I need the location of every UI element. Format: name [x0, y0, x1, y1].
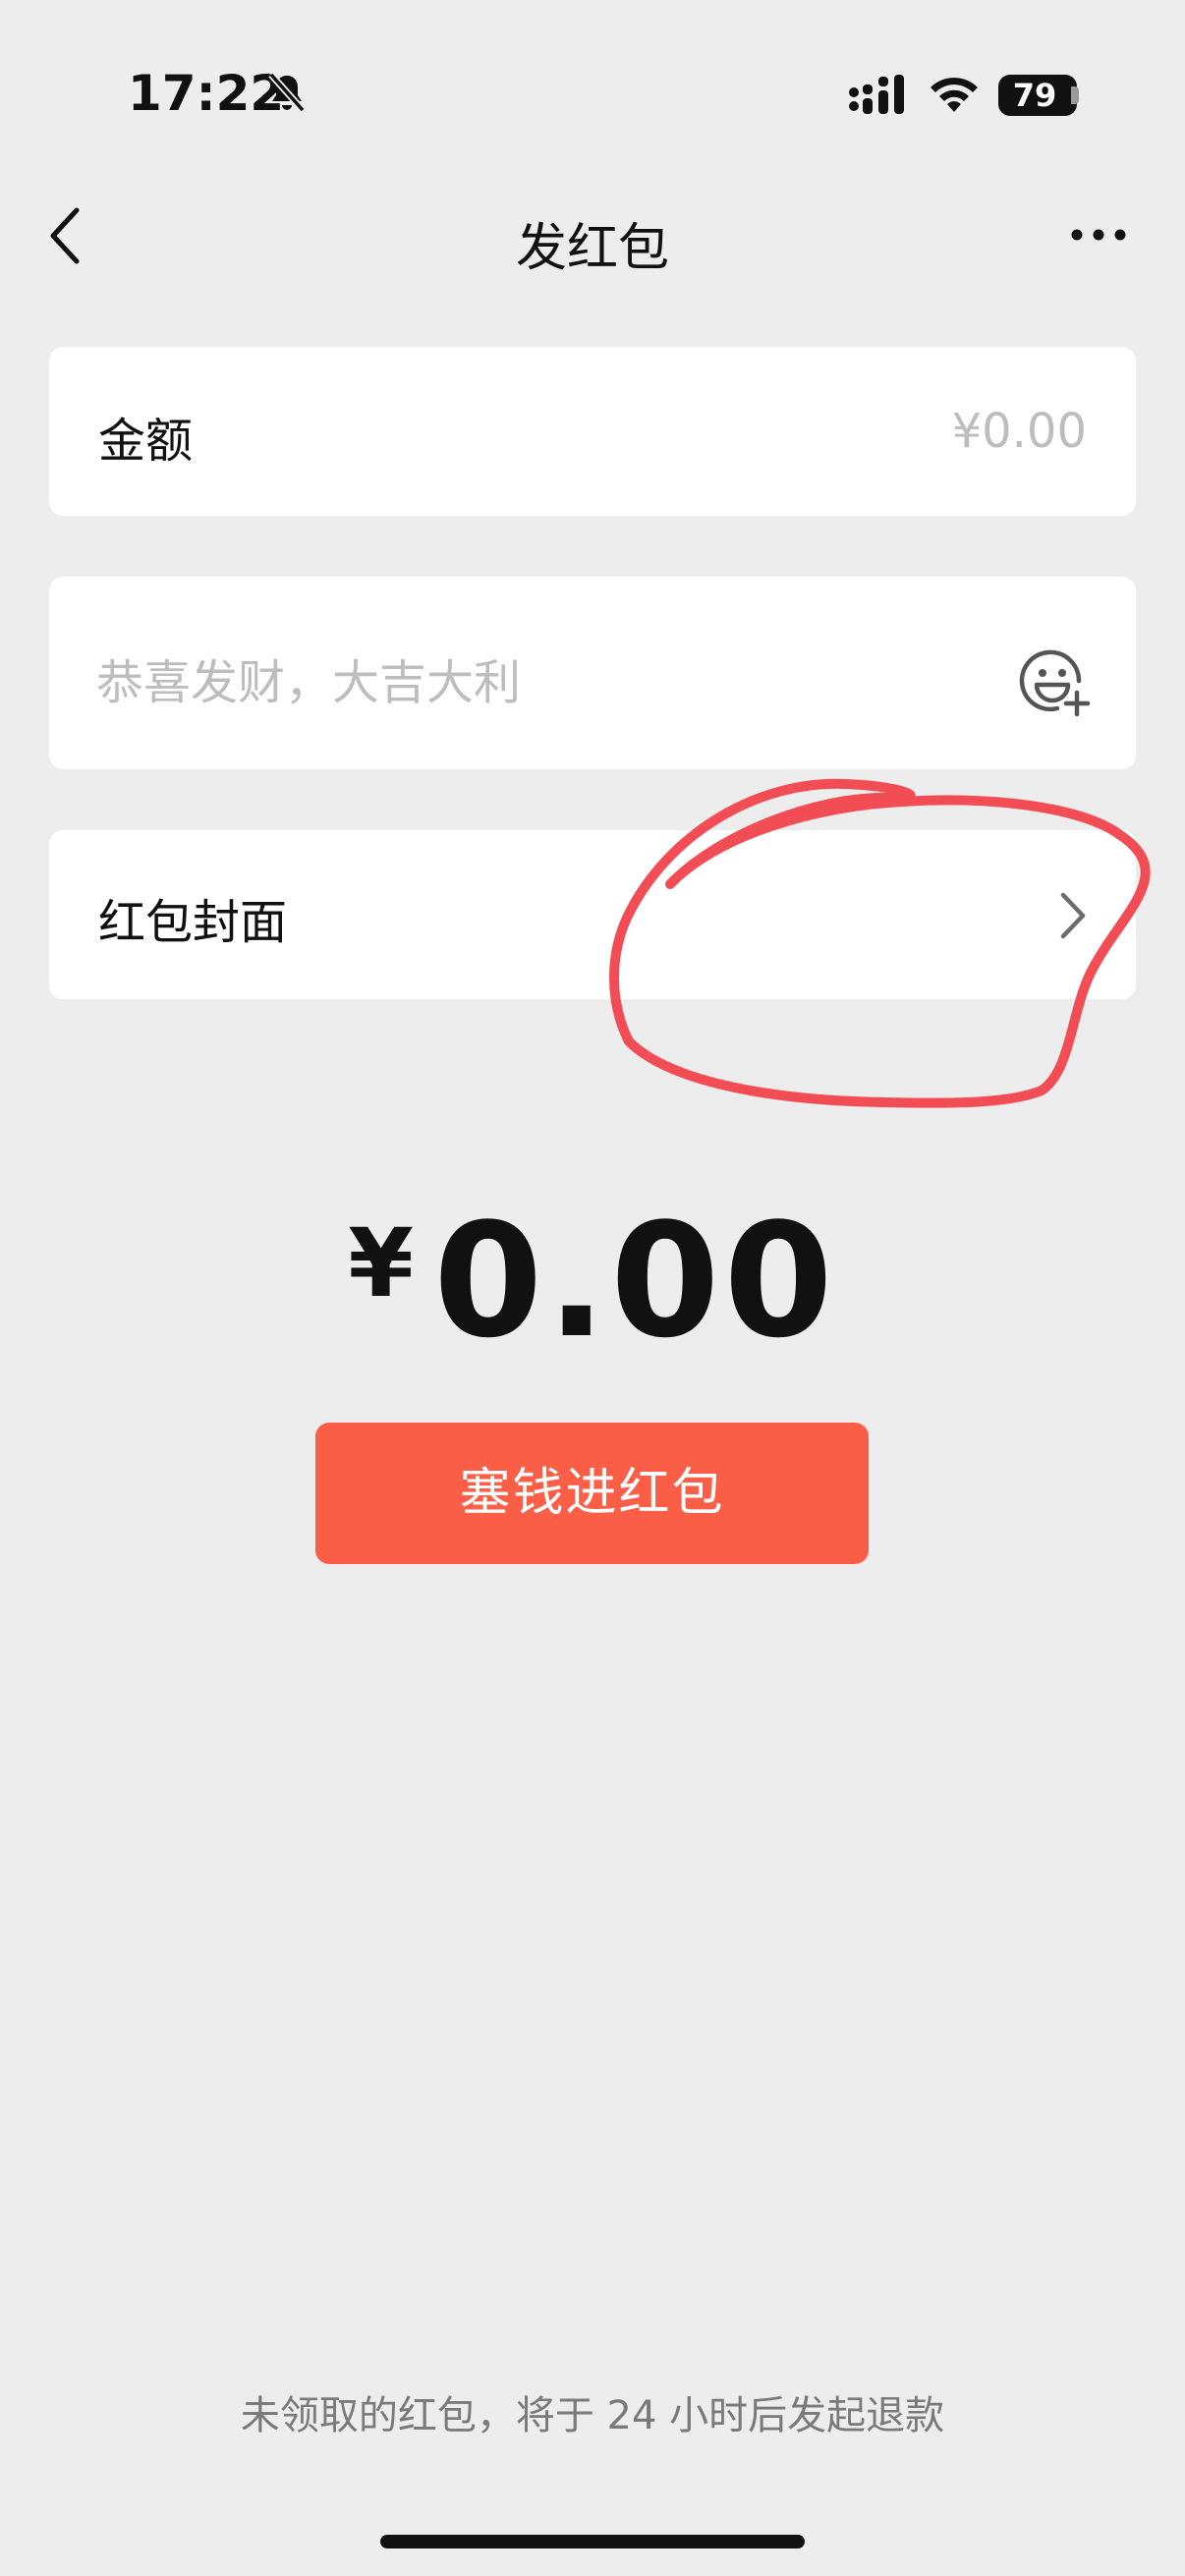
signal-icon	[849, 75, 904, 114]
amount-input[interactable]: ¥0.00	[952, 404, 1087, 459]
refund-note: 未领取的红包，将于 24 小时后发起退款	[240, 2393, 945, 2438]
greeting-card[interactable]: 恭喜发财，大吉大利	[49, 577, 1136, 769]
battery-cap	[1071, 86, 1079, 104]
wifi-icon	[931, 78, 978, 112]
home-indicator	[380, 2535, 805, 2548]
total-value: 0.00	[433, 1189, 837, 1372]
emoji-add-icon[interactable]	[1018, 642, 1097, 716]
cover-label: 红包封面	[98, 895, 288, 950]
currency-symbol: ¥	[348, 1208, 415, 1318]
battery-level: 79	[1012, 77, 1057, 114]
bell-muted-icon	[268, 72, 306, 113]
more-icon[interactable]	[1069, 220, 1128, 250]
red-circle-annotation	[609, 778, 1151, 1108]
page-title: 发红包	[515, 219, 669, 278]
amount-card[interactable]: 金额 ¥0.00	[49, 347, 1136, 516]
total-amount: ¥0.00	[0, 1189, 1185, 1372]
amount-label: 金额	[98, 414, 194, 469]
stuff-money-button[interactable]: 塞钱进红包	[315, 1423, 869, 1564]
status-time: 17:22	[128, 65, 285, 122]
nav-bar: 发红包	[0, 187, 1185, 285]
status-bar: 17:22 79	[0, 0, 1185, 187]
greeting-input[interactable]: 恭喜发财，大吉大利	[96, 644, 521, 712]
